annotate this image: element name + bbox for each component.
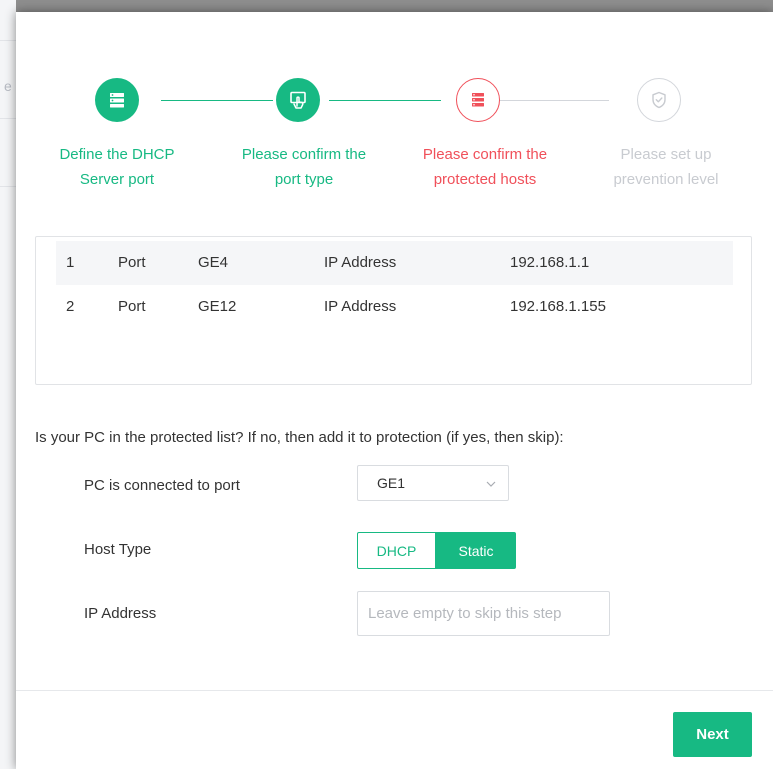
ip-address-label: IP Address	[84, 605, 157, 622]
port-select[interactable]: GE1	[357, 465, 509, 501]
shield-check-icon	[652, 91, 666, 109]
table-row: 1 Port GE4 IP Address 192.168.1.1	[56, 241, 733, 285]
step-4-circle	[637, 78, 681, 122]
step-connector	[161, 100, 273, 101]
step-2-circle	[276, 78, 320, 122]
touch-screen-icon	[290, 91, 306, 109]
host-type-toggle: DHCP Static	[357, 532, 516, 569]
port-label: Port	[118, 298, 146, 315]
port-select-value: GE1	[377, 475, 406, 491]
step-3-circle	[456, 78, 500, 122]
footer-divider	[16, 690, 773, 691]
step-3-label-line1: Please confirm the	[422, 146, 548, 163]
protection-wizard-dialog: Define the DHCP Server port Please confi…	[16, 12, 773, 769]
next-button[interactable]: Next	[673, 712, 752, 757]
row-index: 2	[66, 298, 75, 315]
ip-value: 192.168.1.1	[510, 254, 590, 271]
port-value: GE12	[198, 298, 237, 315]
host-type-label: Host Type	[84, 541, 152, 558]
wizard-stepper: Define the DHCP Server port Please confi…	[16, 12, 773, 222]
table-row: 2 Port GE12 IP Address 192.168.1.155	[56, 285, 733, 329]
host-type-dhcp-button[interactable]: DHCP	[357, 532, 436, 569]
step-connector	[497, 100, 609, 101]
background-text: e	[4, 78, 12, 94]
row-index: 1	[66, 254, 75, 271]
step-4-label-line1: Please set up	[620, 146, 712, 163]
step-1-circle	[95, 78, 139, 122]
step-4-label-line2: prevention level	[613, 171, 719, 188]
step-3-label: Please confirm the protected hosts	[400, 142, 570, 192]
protected-hosts-table: 1 Port GE4 IP Address 192.168.1.1 2 Port…	[35, 236, 752, 385]
port-field-label: PC is connected to port	[84, 477, 240, 494]
step-2-label-line1: Please confirm the	[241, 146, 367, 163]
server-icon	[110, 93, 124, 108]
step-3-label-line2: protected hosts	[433, 171, 537, 188]
background-page: e	[0, 0, 16, 769]
background-divider	[0, 186, 16, 187]
ip-value: 192.168.1.155	[510, 298, 606, 315]
host-list-icon	[472, 93, 484, 107]
step-2-label-line2: port type	[274, 171, 334, 188]
step-1-label: Define the DHCP Server port	[32, 142, 202, 192]
background-divider	[0, 118, 16, 119]
step-connector	[329, 100, 441, 101]
background-divider	[0, 40, 16, 41]
port-label: Port	[118, 254, 146, 271]
ip-address-input[interactable]	[357, 591, 610, 636]
chevron-down-icon	[486, 481, 496, 487]
step-2-label: Please confirm the port type	[219, 142, 389, 192]
step-1-label-line1: Define the DHCP	[59, 146, 175, 163]
ip-label: IP Address	[324, 298, 397, 315]
step-1-label-line2: Server port	[79, 171, 155, 188]
host-type-static-button[interactable]: Static	[436, 532, 516, 569]
ip-label: IP Address	[324, 254, 397, 271]
step-4-label: Please set up prevention level	[581, 142, 751, 192]
protection-question: Is your PC in the protected list? If no,…	[35, 429, 564, 446]
port-value: GE4	[198, 254, 229, 271]
